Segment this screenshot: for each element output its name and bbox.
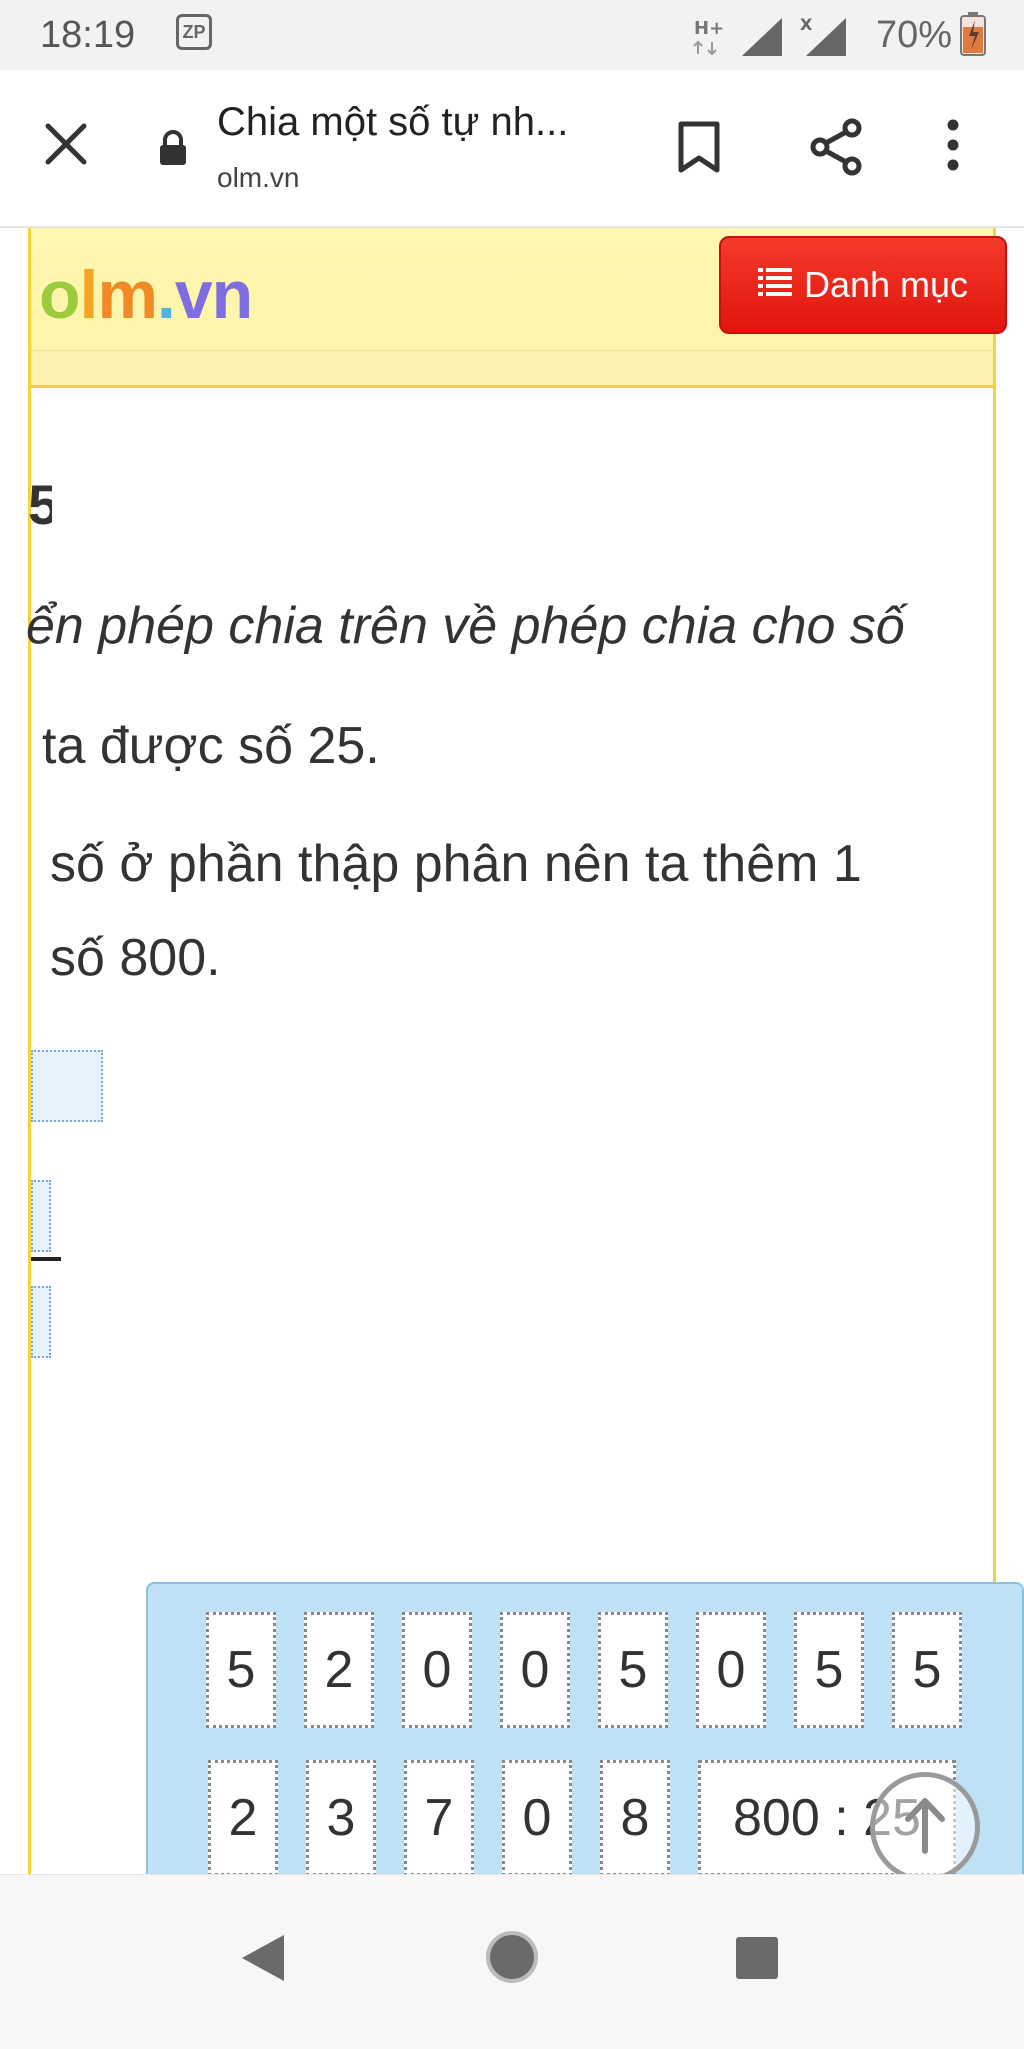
logo-letter: vn — [174, 257, 253, 333]
arrow-up-icon — [900, 1795, 950, 1860]
network-type-icon: H+ — [690, 14, 730, 63]
battery-icon — [960, 12, 986, 61]
browser-toolbar: Chia một số tự nh... olm.vn — [0, 70, 1024, 228]
answer-tile[interactable]: 2 — [208, 1760, 278, 1876]
answer-blank-numerator[interactable] — [31, 1180, 51, 1252]
bookmark-icon[interactable] — [676, 120, 722, 179]
answer-tile[interactable]: 0 — [500, 1612, 570, 1728]
explanation-line: số ở phần thập phân nên ta thêm 1 — [50, 835, 862, 893]
list-icon — [757, 264, 792, 306]
category-menu-button[interactable]: Danh mục — [719, 236, 1007, 334]
logo-letter: . — [156, 257, 176, 333]
signal-icon-sim2: X — [798, 14, 850, 63]
answer-tile[interactable]: 3 — [306, 1760, 376, 1876]
zalo-notification-icon: ZP — [176, 14, 212, 50]
answer-tile[interactable]: 0 — [696, 1612, 766, 1728]
home-icon[interactable] — [484, 1929, 540, 1990]
back-icon[interactable] — [240, 1933, 286, 1988]
explanation-line: ta được số 25. — [42, 717, 380, 775]
network-type-text: H+ — [694, 18, 724, 39]
answer-tile[interactable]: 5 — [598, 1612, 668, 1728]
close-icon[interactable] — [44, 122, 88, 171]
answer-tile[interactable]: 5 — [206, 1612, 276, 1728]
answer-tile[interactable]: 2 — [304, 1612, 374, 1728]
logo-letter: l — [79, 257, 99, 333]
signal-icon-sim1 — [740, 14, 786, 63]
scroll-to-top-button[interactable] — [870, 1772, 980, 1882]
olm-logo[interactable]: olm.vn — [39, 256, 253, 334]
logo-letter: m — [97, 257, 157, 333]
fraction-bar — [31, 1257, 61, 1261]
logo-letter: o — [39, 257, 81, 333]
answer-tile[interactable]: 5 — [794, 1612, 864, 1728]
answer-tile[interactable]: 7 — [404, 1760, 474, 1876]
share-icon[interactable] — [808, 118, 866, 181]
lock-icon — [158, 130, 188, 171]
answer-tile[interactable]: 8 — [600, 1760, 670, 1876]
battery-percent: 70% — [876, 14, 953, 56]
step-heading: 5 — [28, 473, 52, 536]
recents-icon[interactable] — [734, 1935, 780, 1986]
answer-tile[interactable]: 0 — [402, 1612, 472, 1728]
system-nav-bar — [0, 1874, 1024, 2049]
page-url[interactable]: olm.vn — [217, 162, 299, 194]
explanation-line: số 800. — [50, 929, 221, 987]
more-vert-icon[interactable] — [946, 118, 960, 177]
page-title: Chia một số tự nh... — [217, 100, 569, 144]
status-time: 18:19 — [40, 14, 136, 56]
answer-tile[interactable]: 0 — [502, 1760, 572, 1876]
sim2-indicator-text: X — [800, 15, 813, 34]
category-menu-label: Danh mục — [803, 264, 969, 305]
answer-blank-denominator[interactable] — [31, 1286, 51, 1358]
header-subbar — [31, 350, 993, 383]
site-header: olm.vn Danh mục — [28, 228, 1007, 388]
answer-blank[interactable] — [31, 1050, 103, 1122]
instruction-line: ển phép chia trên về phép chia cho số — [26, 597, 905, 655]
status-bar: 18:19 ZP H+ X 70% — [0, 0, 1024, 70]
answer-tile[interactable]: 5 — [892, 1612, 962, 1728]
